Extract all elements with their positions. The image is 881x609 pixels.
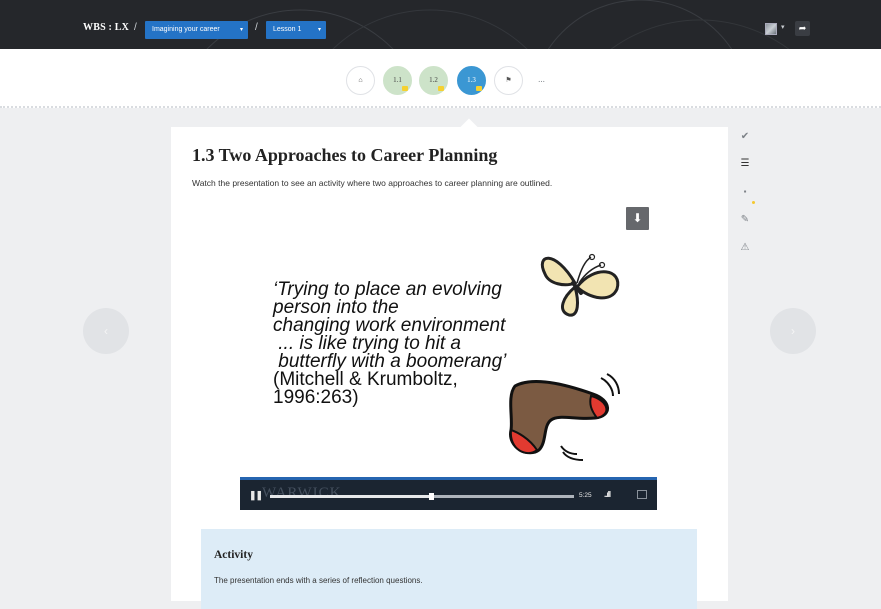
step-navigation: ⌂ 1.1 1.2 1.3 ⚑ ...: [0, 49, 881, 108]
module-dropdown-label: Imagining your career: [152, 26, 220, 33]
page-subtitle: Watch the presentation to see an activit…: [192, 178, 553, 188]
lesson-dropdown[interactable]: Lesson 1 ▾: [266, 21, 326, 39]
activity-box: Activity The presentation ends with a se…: [201, 529, 697, 609]
module-dropdown[interactable]: Imagining your career ▾: [145, 21, 248, 39]
activity-heading: Activity: [214, 549, 253, 561]
flag-icon: ⚑: [505, 76, 512, 84]
page-title: 1.3 Two Approaches to Career Planning: [192, 145, 498, 165]
step-label: 1.2: [429, 76, 438, 84]
butterfly-illustration: [540, 253, 620, 317]
brand-logo[interactable]: WBS : LX: [83, 22, 129, 33]
more-icon: ...: [538, 74, 545, 84]
player-brand: WARWICK: [262, 485, 342, 501]
seek-bar[interactable]: [270, 493, 574, 500]
boomerang-illustration: [509, 373, 620, 461]
previous-page-button[interactable]: ‹: [83, 308, 129, 354]
top-bar: WBS : LX / Imagining your career ▾ / Les…: [0, 0, 881, 49]
video-duration: 5:25: [579, 492, 592, 499]
comment-icon[interactable]: ▪: [738, 187, 752, 196]
avatar[interactable]: [765, 23, 777, 35]
breadcrumb-separator: /: [255, 22, 258, 33]
volume-icon[interactable]: ..ıll: [604, 490, 611, 499]
chevron-down-icon[interactable]: ▾: [781, 23, 785, 31]
chevron-down-icon: ▾: [317, 27, 321, 33]
note-flag: [438, 86, 444, 91]
pause-button[interactable]: ❚❚: [249, 490, 263, 501]
chevron-down-icon: ▾: [239, 27, 243, 33]
home-icon: ⌂: [358, 76, 363, 84]
header-decoration: [206, 0, 790, 49]
download-icon: ⬇: [632, 211, 643, 225]
note-flag: [402, 86, 408, 91]
seek-handle[interactable]: [429, 493, 435, 500]
fullscreen-icon[interactable]: [637, 490, 647, 499]
notification-dot: [752, 201, 755, 204]
step-label: 1.3: [467, 76, 476, 84]
step-1-3[interactable]: 1.3: [457, 66, 486, 95]
video-controls: WARWICK ❚❚ 5:25 ..ıll: [240, 477, 657, 510]
chevron-right-icon: ›: [791, 324, 795, 338]
content-card: 1.3 Two Approaches to Career Planning Wa…: [171, 127, 728, 609]
download-button[interactable]: ⬇: [626, 207, 649, 230]
next-page-button[interactable]: ›: [770, 308, 816, 354]
seek-bar-played: [270, 495, 432, 498]
activity-text: The presentation ends with a series of r…: [214, 576, 423, 585]
warning-icon[interactable]: ⚠: [738, 242, 752, 253]
step-flag[interactable]: ⚑: [494, 66, 523, 95]
chevron-left-icon: ‹: [104, 324, 108, 338]
pencil-icon[interactable]: ✎: [738, 214, 752, 225]
step-1-1[interactable]: 1.1: [383, 66, 412, 95]
breadcrumb-separator: /: [134, 22, 137, 33]
content-icon[interactable]: ☰: [738, 158, 752, 169]
step-1-2[interactable]: 1.2: [419, 66, 448, 95]
check-icon[interactable]: ✔: [738, 131, 752, 142]
step-home[interactable]: ⌂: [346, 66, 375, 95]
share-button[interactable]: ➦: [795, 21, 810, 36]
video-player[interactable]: ⬇ ‘Trying to place an evolving person in…: [239, 199, 658, 511]
step-label: 1.1: [393, 76, 402, 84]
share-icon: ➦: [798, 23, 807, 33]
step-more[interactable]: ...: [527, 66, 556, 95]
lesson-dropdown-label: Lesson 1: [273, 26, 302, 33]
note-flag: [476, 86, 482, 91]
player-accent-bar: [240, 477, 657, 480]
